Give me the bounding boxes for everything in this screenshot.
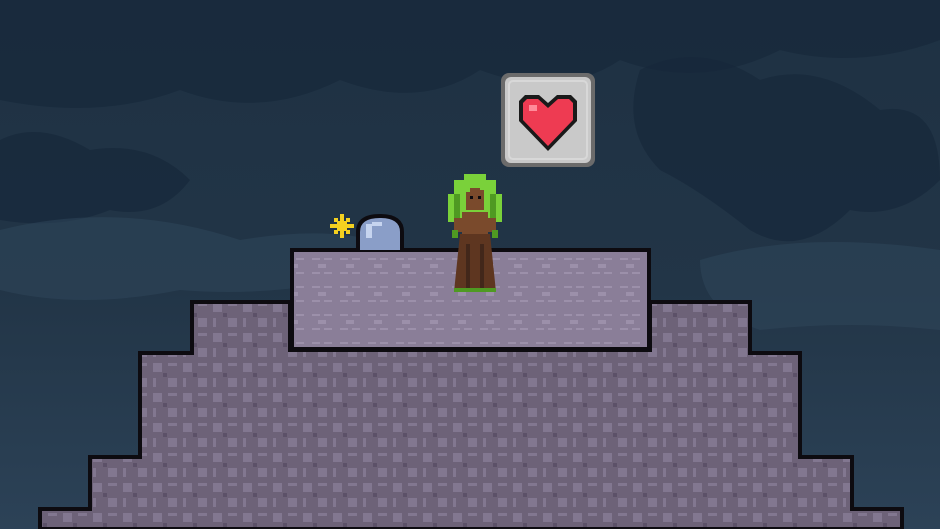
game-scene bbox=[0, 0, 940, 529]
game-viewport bbox=[0, 0, 940, 529]
emote-bubble bbox=[501, 73, 595, 167]
dryad-npc[interactable] bbox=[448, 174, 502, 292]
gravestone-icon bbox=[356, 214, 404, 250]
